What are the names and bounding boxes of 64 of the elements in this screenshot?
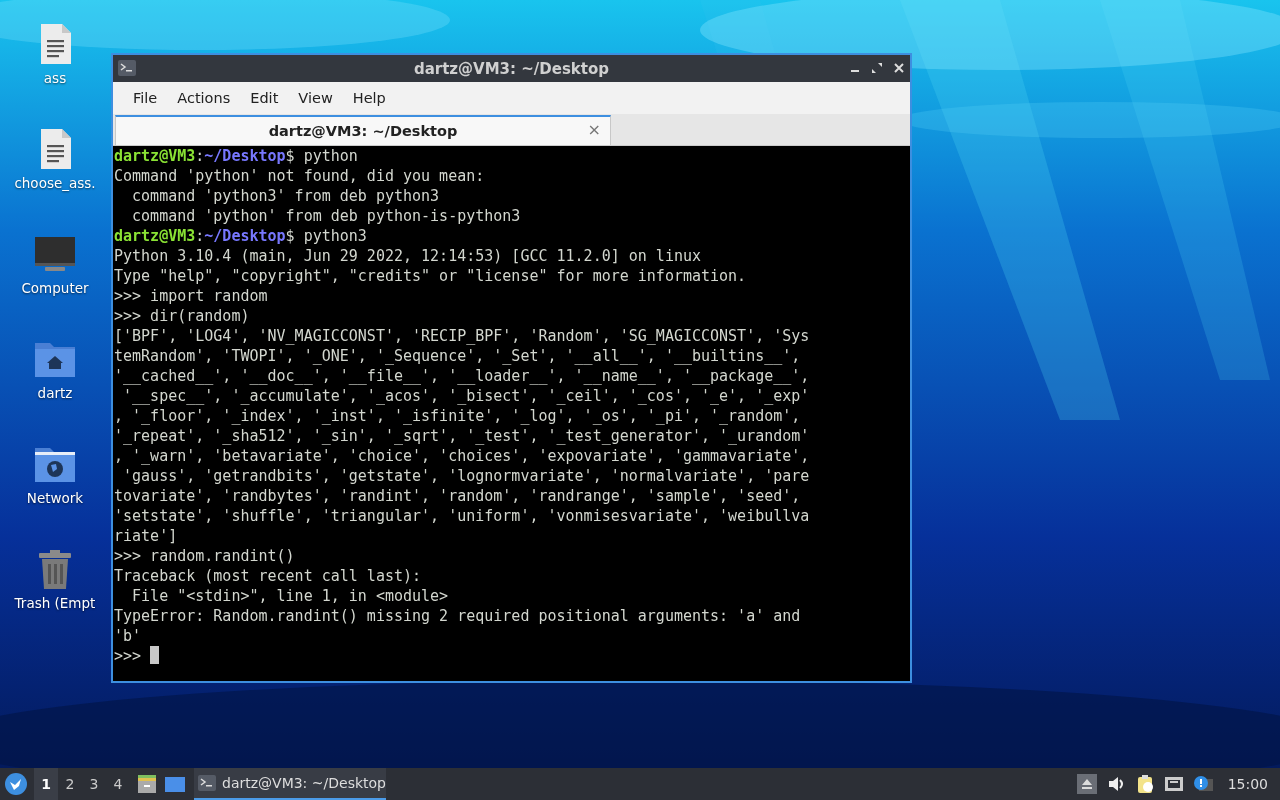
command-text: python3 [303,227,367,245]
tab-close-button[interactable]: × [587,120,601,139]
icon-label[interactable]: choose_ass. [14,175,96,191]
output-line: command 'python' from deb python-is-python3 [131,207,521,225]
output-line: Traceback (most recent call last): [114,567,422,585]
clock[interactable]: 15:00 [1227,776,1268,792]
file-cabinet-icon[interactable] [136,773,158,795]
maximize-icon[interactable] [870,61,884,75]
tab[interactable]: dartz@VM3: ~/Desktop × [115,115,611,145]
output-line: , '_floor', '_index', '_inst', '_isfinite', '_log', '_os', '_pi', '_random', [114,407,801,425]
output-line: command 'python3' from deb python3 [131,187,440,205]
icon-label[interactable]: dartz [37,385,73,401]
output-line: >>> import random [114,287,268,305]
output-line: 'setstate', 'shuffle', 'triangular', 'uniform', 'vonmisesvariate', 'weibullva [114,507,810,525]
prompt-user: dartz@VM3 [114,227,196,245]
window-title: dartz@VM3: ~/Desktop [413,59,610,78]
output-line: tovariate', 'randbytes', 'randint', 'random', 'randrange', 'sample', 'seed', [114,487,801,505]
prompt-separator: : [195,227,205,245]
output-line: ['BPF', 'LOG4', 'NV_MAGICCONST', 'RECIP_BPF', 'Random', 'SG_MAGICCONST', 'Sys [114,327,810,345]
output-line: 'b' [114,627,142,645]
output-line: riate'] [114,527,178,545]
close-icon[interactable] [892,61,906,75]
prompt-path: ~/Desktop [204,227,286,245]
output-line: '__spec__', '_accumulate', '_acos', '_bisect', '_ceil', '_cos', '_e', '_exp' [122,387,810,405]
python-prompt: >>> [114,647,142,665]
menu-item[interactable]: Edit [240,82,289,114]
taskbar-label: dartz@VM3: ~/Desktop [222,775,386,791]
prompt-symbol: $ [285,227,295,245]
output-line: 'gauss', 'getrandbits', 'getstate', 'lognormvariate', 'normalvariate', 'pare [122,467,810,485]
command-text: python [303,147,358,165]
workspace-button[interactable]: 4 [106,768,130,800]
output-line: Type "help", "copyright", "credits" or "license" for more information. [114,267,747,285]
output-line: >>> random.randint() [114,547,295,565]
output-line: temRandom', 'TWOPI', '_ONE', '_Sequence', '_Set', '__all__', '__builtins__', [114,347,801,365]
output-line: '__cached__', '__doc__', '__file__', '__loader__', '__name__', '__package__', [114,367,810,385]
terminal-icon [118,60,136,76]
tab-label: dartz@VM3: ~/Desktop [268,123,458,139]
prompt-path: ~/Desktop [204,147,286,165]
menu-item[interactable]: File [123,82,168,114]
icon-label[interactable]: Computer [21,280,89,296]
eject-icon[interactable] [1076,774,1097,794]
menu-item[interactable]: View [288,82,343,114]
output-line: >>> dir(random) [114,307,250,325]
output-line: File "<stdin>", line 1, in <module> [131,587,449,605]
output-line: Command 'python' not found, did you mean: [114,167,485,185]
menu-item[interactable]: Actions [167,82,241,114]
icon-label[interactable]: Network [26,490,84,506]
workspace-button[interactable]: 3 [82,768,106,800]
output-line: Python 3.10.4 (main, Jun 29 2022, 12:14:53) [GCC 11.2.0] on linux [114,247,701,265]
output-line: '_repeat', '_sha512', '_sin', '_sqrt', '_test', '_test_generator', '_urandom' [114,427,810,445]
notification-icon[interactable] [1192,774,1213,794]
menu-item[interactable]: Help [342,82,396,114]
workspace-button[interactable]: 2 [58,768,82,800]
terminal-icon [198,775,216,791]
taskbar-button[interactable]: dartz@VM3: ~/Desktop [194,768,386,800]
workspace-button[interactable]: 1 [34,768,58,800]
output-line: , '_warn', 'betavariate', 'choice', 'choices', 'expovariate', 'gammavariate', [114,447,810,465]
prompt-separator: : [195,147,205,165]
network-icon[interactable] [1163,774,1184,794]
prompt-symbol: $ [285,147,295,165]
start-menu-icon[interactable] [5,773,27,795]
output-line: TypeError: Random.randint() missing 2 required positional arguments: 'a' and [114,607,801,625]
prompt-user: dartz@VM3 [114,147,196,165]
icon-label[interactable]: Trash (Empt [14,595,96,611]
